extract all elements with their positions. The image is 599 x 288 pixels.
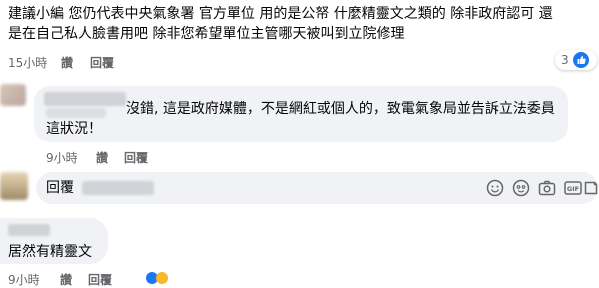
sticker-icon[interactable] bbox=[584, 179, 598, 197]
reply-input[interactable]: 回覆 GIF bbox=[36, 172, 598, 204]
comment-2-like-button[interactable]: 讚 bbox=[96, 150, 108, 166]
comment-1-line-1: 建議小編 您仍代表中央氣象署 官方單位 用的是公帑 什麼精靈文之類的 除非政府認… bbox=[8, 6, 553, 22]
comment-3-author-redacted[interactable] bbox=[8, 224, 50, 236]
comment-1-line-2: 是在自己私人臉書用吧 除非您希望單位主管哪天被叫到立院修理 bbox=[8, 26, 405, 42]
comment-3-like-button[interactable]: 讚 bbox=[60, 272, 72, 288]
comment-1-like-button[interactable]: 讚 bbox=[61, 55, 73, 71]
comment-2-avatar[interactable] bbox=[0, 84, 26, 106]
comment-2-author-redacted[interactable] bbox=[44, 92, 126, 106]
comment-2-time[interactable]: 9小時 bbox=[46, 150, 78, 166]
emoji-icon[interactable] bbox=[486, 179, 504, 197]
reply-mention-redacted bbox=[82, 181, 154, 195]
avatar-sticker-icon[interactable] bbox=[512, 179, 530, 197]
comment-3-reaction-summary[interactable] bbox=[146, 272, 186, 284]
haha-reaction-icon bbox=[156, 272, 168, 284]
comment-2-line-2: 這狀況！ bbox=[46, 121, 102, 137]
comment-2-reply-button[interactable]: 回覆 bbox=[124, 150, 148, 166]
comment-1-reply-button[interactable]: 回覆 bbox=[90, 55, 114, 71]
comment-2-mention-redacted bbox=[46, 108, 106, 118]
current-user-avatar bbox=[0, 172, 28, 200]
reaction-count: 3 bbox=[561, 53, 569, 67]
comment-1-time[interactable]: 15小時 bbox=[8, 55, 47, 71]
like-reaction-icon bbox=[573, 52, 589, 68]
svg-text:GIF: GIF bbox=[567, 185, 579, 193]
comment-2-line-1: 沒錯, 這是政府媒體，不是網紅或個人的，致電氣象局並告訴立法委員 bbox=[126, 101, 555, 117]
comment-3-text: 居然有精靈文 bbox=[8, 244, 92, 260]
comment-3-time[interactable]: 9小時 bbox=[8, 272, 40, 288]
reply-input-label: 回覆 bbox=[46, 180, 74, 196]
comment-3-reply-button[interactable]: 回覆 bbox=[88, 272, 112, 288]
comment-1-reaction-summary[interactable]: 3 bbox=[555, 50, 597, 70]
camera-icon[interactable] bbox=[538, 179, 556, 197]
gif-icon[interactable]: GIF bbox=[564, 179, 582, 197]
